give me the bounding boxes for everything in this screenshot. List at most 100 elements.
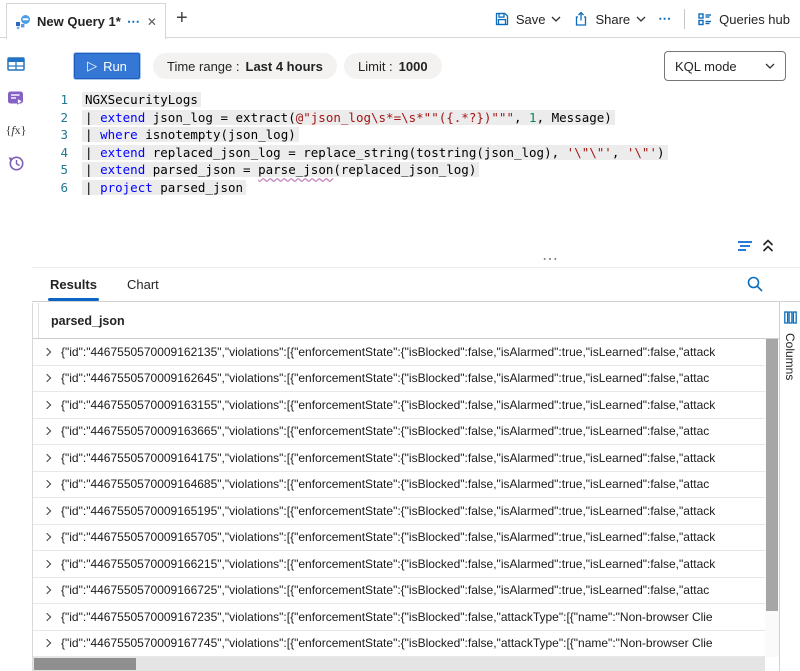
save-chevron-down-icon[interactable] [551,16,561,22]
sidebar-functions-icon[interactable]: {fx} [6,123,27,138]
table-row[interactable]: {"id":"4467550570009165705","violations"… [33,525,765,552]
left-sidebar: {fx} [0,39,32,671]
editor-line[interactable]: 5 | extend parsed_json = parse_json(repla… [32,161,800,179]
code-text: | extend json_log = extract(@"json_log\s… [82,110,615,125]
columns-panel-label: Columns [783,333,797,380]
run-button[interactable]: ▷ Run [74,53,140,79]
search-icon[interactable] [746,275,764,293]
header-column-separator [38,303,39,338]
vertical-scrollbar-thumb[interactable] [766,339,778,611]
collapse-editor-icon[interactable] [762,239,774,253]
code-text: | extend parsed_json = parse_json(replac… [82,162,479,177]
row-expand-chevron-icon[interactable] [33,402,61,408]
table-row[interactable]: {"id":"4467550570009162135","violations"… [33,339,765,366]
app-query-icon [15,14,31,30]
editor-lines: 1NGXSecurityLogs2 | extend json_log = ext… [32,91,800,196]
kql-mode-chevron-down-icon [765,63,775,69]
row-expand-chevron-icon[interactable] [33,481,61,487]
new-tab-button[interactable]: + [176,6,188,30]
limit-picker[interactable]: Limit : 1000 [344,53,442,79]
code-text: | project parsed_json [82,180,246,195]
editor-line[interactable]: 3| where isnotempty(json_log) [32,126,800,144]
results-grid: parsed_json {"id":"4467550570009162135",… [32,303,779,671]
table-row[interactable]: {"id":"4467550570009163155","violations"… [33,392,765,419]
line-number: 5 [32,161,68,179]
sidebar-saved-queries-icon[interactable] [7,89,25,107]
editor-line[interactable]: 6 | project parsed_json [32,179,800,197]
column-header-parsed-json[interactable]: parsed_json [51,314,125,328]
queries-hub-icon [697,11,713,27]
row-expand-chevron-icon[interactable] [33,508,61,514]
vertical-scrollbar[interactable] [765,339,779,657]
row-expand-chevron-icon[interactable] [33,587,61,593]
table-row[interactable]: {"id":"4467550570009167745","violations"… [33,631,765,658]
run-play-icon: ▷ [87,58,97,74]
grid-header-row[interactable]: parsed_json [33,303,779,339]
row-expand-chevron-icon[interactable] [33,455,61,461]
row-expand-chevron-icon[interactable] [33,428,61,434]
row-expand-chevron-icon[interactable] [33,640,61,646]
query-workspace: ▷ Run Time range : Last 4 hours Limit : … [32,39,800,671]
code-text: | extend replaced_json_log = replace_str… [82,145,668,160]
tab-chart[interactable]: Chart [127,268,159,301]
kql-mode-value: KQL mode [675,59,737,74]
horizontal-scrollbar-thumb[interactable] [34,658,136,670]
queries-hub-button[interactable]: Queries hub [697,11,790,27]
table-row[interactable]: {"id":"4467550570009163665","violations"… [33,419,765,446]
sidebar-tables-icon[interactable] [7,55,25,73]
editor-line[interactable]: 1NGXSecurityLogs [32,91,800,109]
table-row[interactable]: {"id":"4467550570009167235","violations"… [33,604,765,631]
tab-close-icon[interactable]: ✕ [147,15,157,29]
table-row[interactable]: {"id":"4467550570009164685","violations"… [33,472,765,499]
time-range-label: Time range : [167,59,240,74]
query-editor[interactable]: 1NGXSecurityLogs2 | extend json_log = ext… [32,91,800,196]
panel-resize-handle[interactable]: ⋯ [542,249,559,269]
horizontal-scrollbar[interactable] [33,657,765,671]
row-expand-chevron-icon[interactable] [33,614,61,620]
editor-line[interactable]: 4 | extend replaced_json_log = replace_st… [32,144,800,162]
run-label: Run [103,59,127,74]
row-json-text: {"id":"4467550570009163665","violations"… [61,424,765,438]
editor-footer-controls [737,239,774,253]
query-stats-icon[interactable] [737,240,753,252]
row-expand-chevron-icon[interactable] [33,534,61,540]
kql-mode-select[interactable]: KQL mode [664,51,786,81]
line-number: 4 [32,144,68,162]
row-json-text: {"id":"4467550570009167235","violations"… [61,610,765,624]
query-tab[interactable]: New Query 1* ⋯ ✕ [6,3,166,39]
row-json-text: {"id":"4467550570009165705","violations"… [61,530,765,544]
limit-value: 1000 [399,59,428,74]
row-json-text: {"id":"4467550570009166215","violations"… [61,557,765,571]
row-expand-chevron-icon[interactable] [33,561,61,567]
code-text: | where isnotempty(json_log) [82,127,299,142]
table-row[interactable]: {"id":"4467550570009164175","violations"… [33,445,765,472]
save-button[interactable]: Save [494,11,562,27]
tab-more-icon[interactable]: ⋯ [127,14,141,30]
line-number: 6 [32,179,68,197]
columns-side-panel[interactable]: Columns [779,302,800,671]
row-json-text: {"id":"4467550570009163155","violations"… [61,398,765,412]
share-label: Share [595,12,630,27]
tab-bar: New Query 1* ⋯ ✕ + Save [0,0,800,38]
results-tabs: Results Chart [32,268,800,302]
share-chevron-down-icon[interactable] [636,16,646,22]
row-expand-chevron-icon[interactable] [33,375,61,381]
time-range-picker[interactable]: Time range : Last 4 hours [153,53,337,79]
editor-line[interactable]: 2 | extend json_log = extract(@"json_log\… [32,109,800,127]
table-row[interactable]: {"id":"4467550570009165195","violations"… [33,498,765,525]
table-row[interactable]: {"id":"4467550570009162645","violations"… [33,366,765,393]
results-panel: Results Chart parsed_json {"id":"4467550… [32,267,800,671]
table-row[interactable]: {"id":"4467550570009166215","violations"… [33,551,765,578]
row-json-text: {"id":"4467550570009162135","violations"… [61,345,765,359]
table-row[interactable]: {"id":"4467550570009166725","violations"… [33,578,765,605]
row-json-text: {"id":"4467550570009166725","violations"… [61,583,765,597]
line-number: 2 [32,109,68,127]
save-label: Save [516,12,546,27]
share-button[interactable]: Share [573,11,646,27]
limit-label: Limit : [358,59,393,74]
sidebar-history-icon[interactable] [7,154,25,172]
tab-results[interactable]: Results [50,268,97,301]
row-expand-chevron-icon[interactable] [33,349,61,355]
tab-bar-actions: Save Share ⋯ [494,0,790,38]
more-actions-button[interactable]: ⋯ [658,11,672,27]
